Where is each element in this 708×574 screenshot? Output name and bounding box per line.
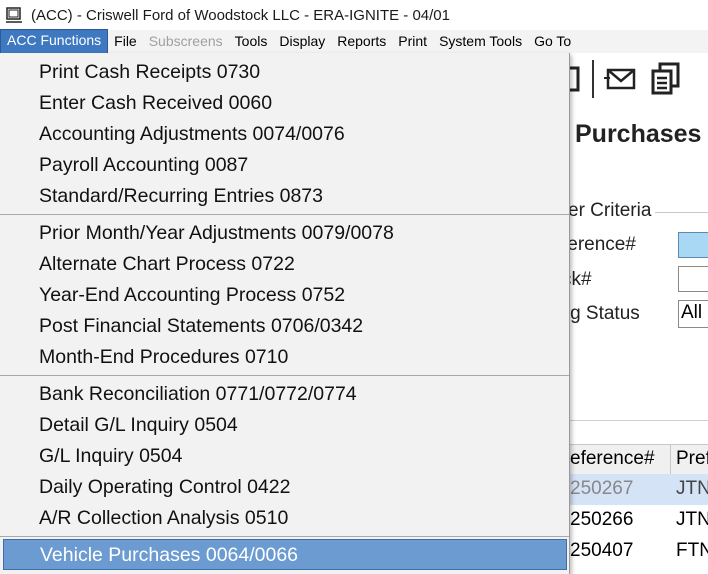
- menu-item-daily-operating-control[interactable]: Daily Operating Control 0422: [0, 472, 569, 503]
- menu-item-gl-inquiry[interactable]: G/L Inquiry 0504: [0, 441, 569, 472]
- page-title: Purchases: [575, 120, 702, 148]
- menu-separator: [0, 375, 569, 376]
- toolbar-partial-icon[interactable]: [568, 62, 582, 96]
- toolbar: [568, 58, 682, 100]
- menu-item-accounting-adjustments[interactable]: Accounting Adjustments 0074/0076: [0, 119, 569, 150]
- table-cell: JTN: [676, 478, 708, 499]
- menu-item-bank-reconciliation[interactable]: Bank Reconciliation 0771/0772/0774: [0, 379, 569, 410]
- menu-item-month-end-procedures[interactable]: Month-End Procedures 0710: [0, 342, 569, 373]
- reference-input[interactable]: [678, 232, 708, 258]
- menu-tools[interactable]: Tools: [229, 30, 274, 53]
- menu-reports[interactable]: Reports: [331, 30, 392, 53]
- menu-item-alternate-chart-process[interactable]: Alternate Chart Process 0722: [0, 249, 569, 280]
- table-cell: JTN: [676, 509, 708, 530]
- table-cell: 250267: [570, 478, 634, 499]
- acc-functions-dropdown: Print Cash Receipts 0730 Enter Cash Rece…: [0, 53, 570, 574]
- table-row[interactable]: 250407 FTN: [560, 536, 708, 567]
- menubar: ACC Functions File Subscreens Tools Disp…: [0, 29, 708, 54]
- envelope-icon[interactable]: [604, 64, 638, 94]
- column-header-reference[interactable]: eference#: [570, 448, 655, 470]
- menu-item-prior-month-year-adjustments[interactable]: Prior Month/Year Adjustments 0079/0078: [0, 218, 569, 249]
- menu-item-enter-cash-received[interactable]: Enter Cash Received 0060: [0, 88, 569, 119]
- reference-label: ference#: [562, 234, 636, 255]
- window-title-bar: (ACC) - Criswell Ford of Woodstock LLC -…: [0, 0, 708, 30]
- table-cell: 250407: [570, 540, 634, 561]
- table-cell: 250266: [570, 509, 634, 530]
- menu-separator: [0, 536, 569, 537]
- table-row[interactable]: 250267 JTN: [560, 474, 708, 505]
- grid-header: eference# Pref: [560, 444, 708, 476]
- menu-file[interactable]: File: [108, 30, 143, 53]
- toolbar-separator: [592, 60, 594, 98]
- menu-item-ar-collection-analysis[interactable]: A/R Collection Analysis 0510: [0, 503, 569, 534]
- menu-item-detail-gl-inquiry[interactable]: Detail G/L Inquiry 0504: [0, 410, 569, 441]
- menu-separator: [0, 214, 569, 215]
- window-title: (ACC) - Criswell Ford of Woodstock LLC -…: [31, 6, 450, 24]
- menu-item-year-end-accounting-process[interactable]: Year-End Accounting Process 0752: [0, 280, 569, 311]
- posting-status-select[interactable]: All: [678, 300, 708, 328]
- menu-go-to[interactable]: Go To: [528, 30, 577, 53]
- menu-item-vehicle-purchases[interactable]: Vehicle Purchases 0064/0066: [3, 539, 567, 570]
- grid-column-separator: [670, 444, 671, 474]
- menu-item-payroll-accounting[interactable]: Payroll Accounting 0087: [0, 150, 569, 181]
- stock-input[interactable]: [678, 266, 708, 292]
- menu-item-print-cash-receipts[interactable]: Print Cash Receipts 0730: [0, 57, 569, 88]
- copy-icon[interactable]: [650, 62, 682, 96]
- menu-display[interactable]: Display: [273, 30, 331, 53]
- table-cell: FTN: [676, 540, 708, 561]
- column-header-pref[interactable]: Pref: [676, 448, 708, 470]
- menu-subscreens[interactable]: Subscreens: [143, 30, 229, 53]
- app-icon: [6, 7, 22, 23]
- menu-item-standard-recurring-entries[interactable]: Standard/Recurring Entries 0873: [0, 181, 569, 212]
- criteria-group-title: er Criteria: [568, 200, 656, 222]
- menu-print[interactable]: Print: [392, 30, 433, 53]
- menu-acc-functions[interactable]: ACC Functions: [0, 29, 109, 54]
- table-row[interactable]: 250266 JTN: [560, 505, 708, 536]
- section-divider: [560, 420, 708, 421]
- menu-system-tools[interactable]: System Tools: [433, 30, 528, 53]
- menu-item-post-financial-statements[interactable]: Post Financial Statements 0706/0342: [0, 311, 569, 342]
